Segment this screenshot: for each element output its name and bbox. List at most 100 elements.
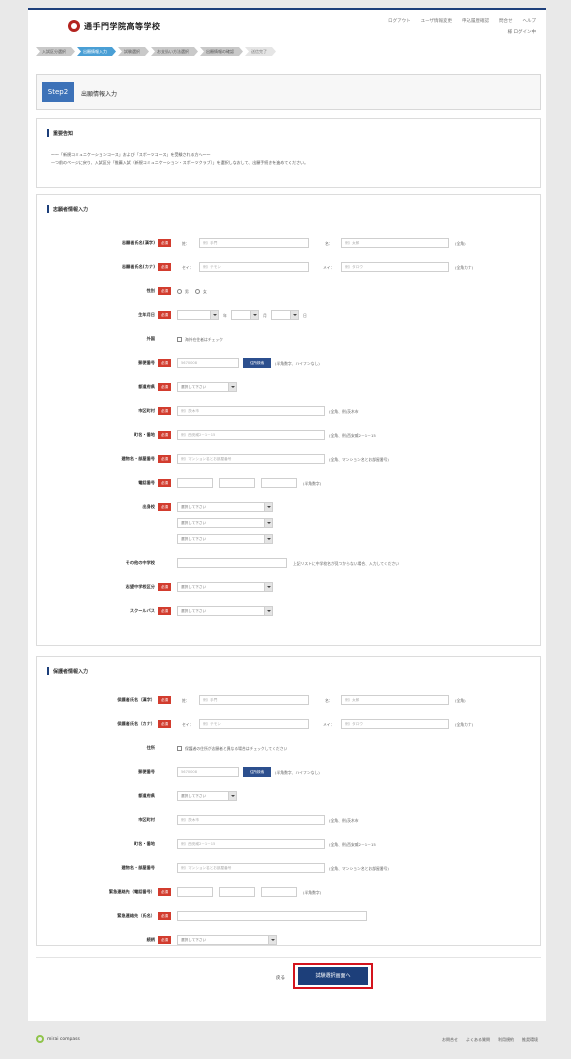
applicant-street-input[interactable]: 例）西安威2－1－15 [177,430,325,440]
applicant-postal-input[interactable]: 5670008 [177,358,239,368]
notice-line-1: ～～「新規コミュニケーションコース」および「スポーツコース」を受験される方へ～～ [51,152,211,157]
row-other-school: その他の中学校 上記リストに中学校名が見つからない場合、入力してください [125,558,400,568]
guardian-address-search-button[interactable]: 住所検索 [243,767,271,777]
emergency-name-input[interactable] [177,911,367,921]
title-bar-icon [47,667,49,675]
applicant-phone-2-input[interactable] [219,478,255,488]
required-badge: 必須 [158,287,171,295]
emergency-phone-1-input[interactable] [177,887,213,897]
field-label: 都道府県 [138,793,155,798]
notice-line-2: 一つ前のページに戻り、入試区分「推薦入試（新規コミュニケーション・スポーツクラブ… [51,160,309,165]
chevron-down-icon [264,607,272,615]
field-label: 生年月日 [138,312,155,317]
gender-male-radio[interactable] [177,289,182,294]
foreign-checkbox[interactable] [177,337,182,342]
gender-female-radio[interactable] [195,289,200,294]
guardian-mei-kanji-input[interactable]: 例）太郎 [341,695,449,705]
row-school: 出身校 必須 選択して下さい [37,502,542,514]
nav-user-info[interactable]: ユーザ情報変更 [421,18,452,24]
row-prefecture: 都道府県 必須 選択して下さい [37,382,542,394]
nav-logout[interactable]: ログアウト [388,18,411,24]
guardian-city-input[interactable]: 例）茨木市 [177,815,325,825]
applicant-prefecture-select[interactable]: 選択して下さい [177,382,237,392]
applicant-building-input[interactable]: 例）マンション名とお部屋番号 [177,454,325,464]
chevron-down-icon [264,535,272,543]
footer-link-contact[interactable]: お問合せ [442,1037,458,1043]
applicant-phone-1-input[interactable] [177,478,213,488]
nav-contact[interactable]: 問合せ [499,18,513,24]
row-guardian-postal: 郵便番号 5670008 住所検索 (半角数字、ハイフンなし) [138,767,320,777]
guardian-sei-kana-input[interactable]: 例）テモン [199,719,309,729]
field-label: 市区町村 [138,408,155,413]
row-address: 町名・番地 必須 例）西安威2－1－15 (全角、例)西安威2－1－15 [134,430,376,440]
footer-link-terms[interactable]: 利用規約 [498,1037,514,1043]
field-label: 町名・番地 [134,432,155,437]
field-label: 出身校 [142,504,155,509]
field-label: 性別 [146,288,155,293]
guardian-sei-kanji-input[interactable]: 例）手門 [199,695,309,705]
guardian-postal-input[interactable]: 5670008 [177,767,239,777]
school-bus-select[interactable]: 選択して下さい [177,606,273,616]
required-badge: 必須 [158,263,171,271]
required-badge: 必須 [158,431,171,439]
footer-link-environment[interactable]: 推奨環境 [522,1037,538,1043]
guardian-prefecture-select[interactable]: 選択して下さい [177,791,237,801]
applicant-mei-kanji-input[interactable]: 例）太郎 [341,238,449,248]
required-badge: 必須 [158,696,171,704]
chevron-down-icon [210,311,218,319]
row-guardian-address-check: 住所 保護者の住所が志願者と異なる場合はチェックしてください [146,745,288,751]
school-name-select[interactable]: 選択して下さい [177,534,273,544]
row-emergency-phone: 緊急連絡先（電話番号） 必須 (半角数字) [108,887,322,897]
next-to-exam-selection-button[interactable]: 試験選択画面へ [298,967,368,985]
school-area-select[interactable]: 選択して下さい [177,502,273,512]
field-label: 都道府県 [138,384,155,389]
required-badge: 必須 [158,383,171,391]
row-relation: 続柄 必須 選択して下さい [37,935,542,947]
footer-link-faq[interactable]: よくある質問 [466,1037,490,1043]
relation-select[interactable]: 選択して下さい [177,935,277,945]
row-school-2: 選択して下さい [37,518,542,530]
field-label: 緊急連絡先（電話番号） [108,889,155,894]
guardian-building-input[interactable]: 例）マンション名とお部屋番号 [177,863,325,873]
school-logo[interactable]: 通手門学院高等学校 [68,20,161,32]
mirai-compass-logo[interactable]: mirai compass [36,1035,80,1043]
required-badge: 必須 [158,583,171,591]
birth-year-select[interactable] [177,310,219,320]
applicant-address-search-button[interactable]: 住所検索 [243,358,271,368]
title-bar-icon [47,205,49,213]
row-course: 志望中学校区分 必須 選択して下さい [37,582,542,594]
guardian-street-input[interactable]: 例）西安威2－1－15 [177,839,325,849]
field-label: 外国 [146,336,155,341]
nav-history[interactable]: 申込履歴確認 [462,18,489,24]
back-button[interactable]: 戻る [276,975,285,981]
nav-help[interactable]: ヘルプ [523,18,537,24]
school-city-select[interactable]: 選択して下さい [177,518,273,528]
field-label: 電話番号 [138,480,155,485]
chevron-down-icon [290,311,298,319]
other-school-input[interactable] [177,558,287,568]
applicant-title: 志願者情報入力 [47,205,88,213]
applicant-sei-kanji-input[interactable]: 例）手門 [199,238,309,248]
row-city: 市区町村 必須 例）茨木市 (全角、例)茨木市 [138,406,359,416]
step-5: 出願情報の確認 [200,47,243,56]
applicant-sei-kana-input[interactable]: 例）テモン [199,262,309,272]
course-select[interactable]: 選択して下さい [177,582,273,592]
guardian-mei-kana-input[interactable]: 例）タロウ [341,719,449,729]
field-label: 保護者氏名（漢字） [117,697,155,702]
guardian-address-checkbox[interactable] [177,746,182,751]
progress-steps: 入試区分選択 出願情報入力 試験選択 お支払い方法選択 出願情報の確認 送信完了 [36,47,276,56]
applicant-city-input[interactable]: 例）茨木市 [177,406,325,416]
applicant-mei-kana-input[interactable]: 例）タロウ [341,262,449,272]
birth-day-select[interactable] [271,310,299,320]
page-title: 出願情報入力 [81,91,118,98]
birth-month-select[interactable] [231,310,259,320]
row-bus: スクールバス 必須 選択して下さい [37,606,542,618]
chevron-down-icon [250,311,258,319]
field-label: 建物名・部屋番号 [121,865,155,870]
row-school-3: 選択して下さい [37,534,542,546]
row-name-kanji: 志願者氏名(漢字) 必須 姓： 例）手門 名： 例）太郎 (全角) [121,238,466,248]
applicant-phone-3-input[interactable] [261,478,297,488]
emergency-phone-2-input[interactable] [219,887,255,897]
emergency-phone-3-input[interactable] [261,887,297,897]
required-badge: 必須 [158,503,171,511]
